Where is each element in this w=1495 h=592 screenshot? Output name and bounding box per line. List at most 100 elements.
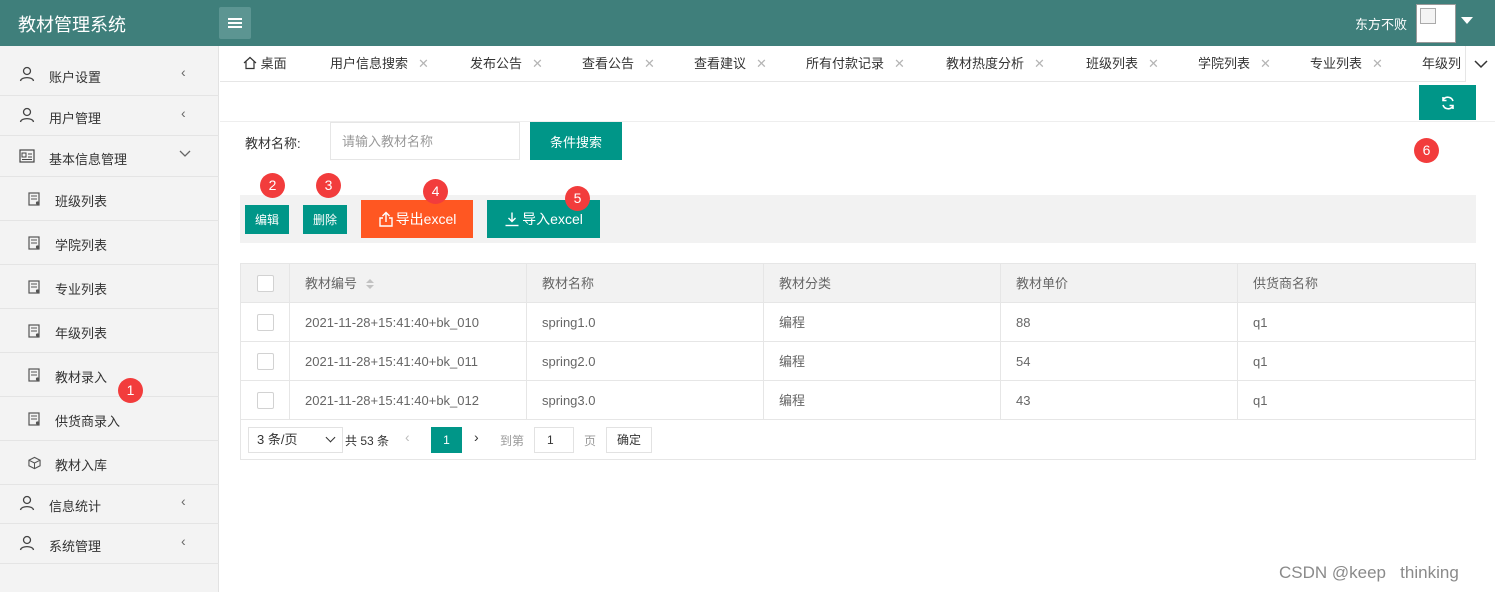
- tab-major-list[interactable]: 专业列表 ✕: [1310, 46, 1383, 81]
- close-icon[interactable]: ✕: [894, 56, 905, 71]
- annotation-marker: 3: [316, 173, 341, 198]
- prev-page-icon[interactable]: ‹: [405, 429, 410, 445]
- tab-label: 年级列: [1422, 56, 1462, 71]
- column-label: 教材编号: [305, 276, 358, 291]
- current-page-button[interactable]: 1: [431, 427, 462, 453]
- page-unit-label: 页: [584, 434, 597, 448]
- tab-label: 查看建议: [694, 56, 747, 71]
- document-icon: [28, 192, 40, 206]
- user-name[interactable]: 东方不败: [1355, 14, 1407, 33]
- tab-payment-records[interactable]: 所有付款记录 ✕: [806, 46, 905, 81]
- close-icon[interactable]: ✕: [1034, 56, 1045, 71]
- sidebar-subitem-label: 供货商录入: [55, 414, 121, 429]
- close-icon[interactable]: ✕: [532, 56, 543, 71]
- tab-desktop[interactable]: 桌面: [243, 46, 287, 81]
- annotation-marker: 2: [260, 173, 285, 198]
- tab-publish-notice[interactable]: 发布公告 ✕: [470, 46, 543, 81]
- sidebar-subitem-textbook-entry[interactable]: 教材录入: [0, 353, 219, 397]
- table-row[interactable]: 2021-11-28+15:41:40+bk_010 spring1.0 编程 …: [241, 303, 1475, 342]
- chevron-down-icon: [179, 150, 191, 157]
- sidebar-subitem-college-list[interactable]: 学院列表: [0, 221, 219, 265]
- hamburger-icon: [228, 22, 242, 24]
- sidebar-item-label: 用户管理: [49, 111, 102, 126]
- sidebar-subitem-grade-list[interactable]: 年级列表: [0, 309, 219, 353]
- annotation-marker: 6: [1414, 138, 1439, 163]
- tab-label: 发布公告: [470, 56, 523, 71]
- select-all-checkbox[interactable]: [257, 275, 274, 292]
- sidebar-item-system-management[interactable]: 系统管理 ‹: [0, 524, 219, 564]
- close-icon[interactable]: ✕: [1260, 56, 1271, 71]
- export-label: 导出excel: [395, 211, 457, 227]
- edit-button[interactable]: 编辑: [245, 205, 289, 234]
- tab-class-list[interactable]: 班级列表 ✕: [1086, 46, 1159, 81]
- sidebar-item-basic-info[interactable]: 基本信息管理: [0, 136, 219, 177]
- tab-view-notice[interactable]: 查看公告 ✕: [582, 46, 655, 81]
- cell-category: 编程: [764, 381, 1001, 420]
- tab-user-info-search[interactable]: 用户信息搜索 ✕: [330, 46, 429, 81]
- tab-dropdown-button[interactable]: [1465, 46, 1495, 82]
- document-icon: [28, 324, 40, 338]
- annotation-marker: 5: [565, 186, 590, 211]
- export-excel-button[interactable]: 导出excel: [361, 200, 473, 238]
- tab-textbook-popularity[interactable]: 教材热度分析 ✕: [946, 46, 1045, 81]
- annotation-marker: 1: [118, 378, 143, 403]
- refresh-icon: [1441, 95, 1454, 110]
- row-checkbox[interactable]: [257, 314, 274, 331]
- sidebar-subitem-major-list[interactable]: 专业列表: [0, 265, 219, 309]
- next-page-icon[interactable]: ›: [474, 429, 479, 445]
- sidebar-item-label: 账户设置: [49, 70, 102, 85]
- document-icon: [28, 236, 40, 250]
- chevron-left-icon: ‹: [181, 105, 186, 121]
- total-count: 共 53 条: [345, 434, 390, 448]
- tab-grade-list[interactable]: 年级列: [1422, 46, 1462, 81]
- sidebar-item-user-management[interactable]: 用户管理 ‹: [0, 96, 219, 136]
- close-icon[interactable]: ✕: [418, 56, 429, 71]
- sidebar-subitem-label: 教材录入: [55, 370, 108, 385]
- table-row[interactable]: 2021-11-28+15:41:40+bk_012 spring3.0 编程 …: [241, 381, 1475, 420]
- row-checkbox-cell: [241, 342, 290, 381]
- chevron-down-icon: [325, 432, 336, 443]
- close-icon[interactable]: ✕: [756, 56, 767, 71]
- chevron-left-icon: ‹: [181, 493, 186, 509]
- tab-label: 专业列表: [1310, 56, 1363, 71]
- sidebar-subitem-label: 年级列表: [55, 326, 108, 341]
- search-button[interactable]: 条件搜索: [530, 122, 622, 160]
- close-icon[interactable]: ✕: [1148, 56, 1159, 71]
- app-title: 教材管理系统: [18, 15, 126, 35]
- user-icon: [19, 107, 35, 123]
- cell-textbook-name: spring2.0: [527, 342, 764, 381]
- cell-textbook-id: 2021-11-28+15:41:40+bk_010: [290, 303, 527, 342]
- sort-icon[interactable]: [365, 278, 375, 290]
- tab-view-suggestions[interactable]: 查看建议 ✕: [694, 46, 767, 81]
- row-checkbox[interactable]: [257, 392, 274, 409]
- watermark: CSDN @keep thinking: [1279, 563, 1459, 582]
- avatar[interactable]: [1416, 4, 1456, 43]
- tab-college-list[interactable]: 学院列表 ✕: [1198, 46, 1271, 81]
- sidebar-item-account-settings[interactable]: 账户设置 ‹: [0, 46, 219, 96]
- close-icon[interactable]: ✕: [1372, 56, 1383, 71]
- row-checkbox[interactable]: [257, 353, 274, 370]
- goto-page-input[interactable]: [534, 427, 574, 453]
- sidebar-subitem-supplier-entry[interactable]: 供货商录入: [0, 397, 219, 441]
- goto-confirm-button[interactable]: 确定: [606, 427, 652, 453]
- textbook-name-input[interactable]: [330, 122, 520, 160]
- column-header-textbook-id[interactable]: 教材编号: [290, 264, 527, 303]
- sidebar-subitem-class-list[interactable]: 班级列表: [0, 177, 219, 221]
- table-row[interactable]: 2021-11-28+15:41:40+bk_011 spring2.0 编程 …: [241, 342, 1475, 381]
- refresh-button[interactable]: [1419, 85, 1476, 120]
- sidebar-subitem-textbook-stock-in[interactable]: 教材入库: [0, 441, 219, 485]
- cell-textbook-name: spring3.0: [527, 381, 764, 420]
- sidebar-subitem-label: 学院列表: [55, 238, 108, 253]
- caret-down-icon[interactable]: [1461, 17, 1473, 24]
- id-card-icon: [19, 149, 35, 163]
- sidebar-item-statistics[interactable]: 信息统计 ‹: [0, 484, 219, 524]
- home-icon: [243, 56, 257, 70]
- cell-unit-price: 88: [1001, 303, 1238, 342]
- menu-toggle-button[interactable]: [219, 7, 251, 39]
- page-size-select[interactable]: 3 条/页: [248, 427, 343, 453]
- delete-button[interactable]: 删除: [303, 205, 347, 234]
- document-icon: [28, 280, 40, 294]
- close-icon[interactable]: ✕: [644, 56, 655, 71]
- pagination: 3 条/页 共 53 条 ‹ 1 › 到第 页 确定: [241, 420, 1475, 459]
- tab-label: 桌面: [260, 56, 287, 71]
